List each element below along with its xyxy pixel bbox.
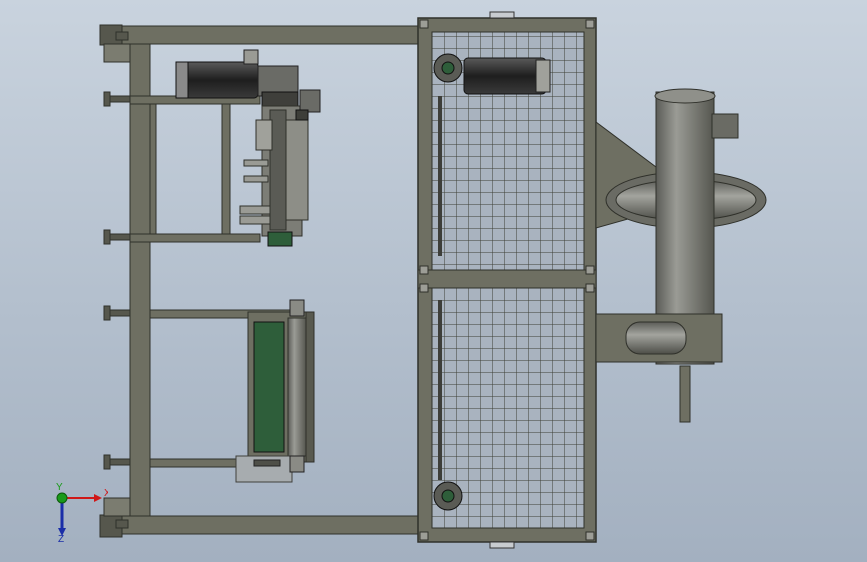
machine-assembly-drawing[interactable] — [0, 0, 867, 562]
x-axis-label: X — [104, 488, 108, 499]
x-axis-arrow-icon — [94, 494, 102, 502]
drive-motor-assembly[interactable] — [175, 49, 321, 247]
leveling-feet — [99, 24, 131, 538]
y-axis-label: Y — [56, 482, 63, 493]
coordinate-triad: X Y Z — [56, 482, 108, 542]
belt-roller-module[interactable] — [235, 299, 315, 483]
z-axis-label: Z — [58, 534, 64, 542]
cad-viewport[interactable]: X Y Z — [0, 0, 867, 562]
y-axis-dot-icon — [56, 492, 68, 504]
blower-fan-unit[interactable] — [595, 88, 767, 423]
